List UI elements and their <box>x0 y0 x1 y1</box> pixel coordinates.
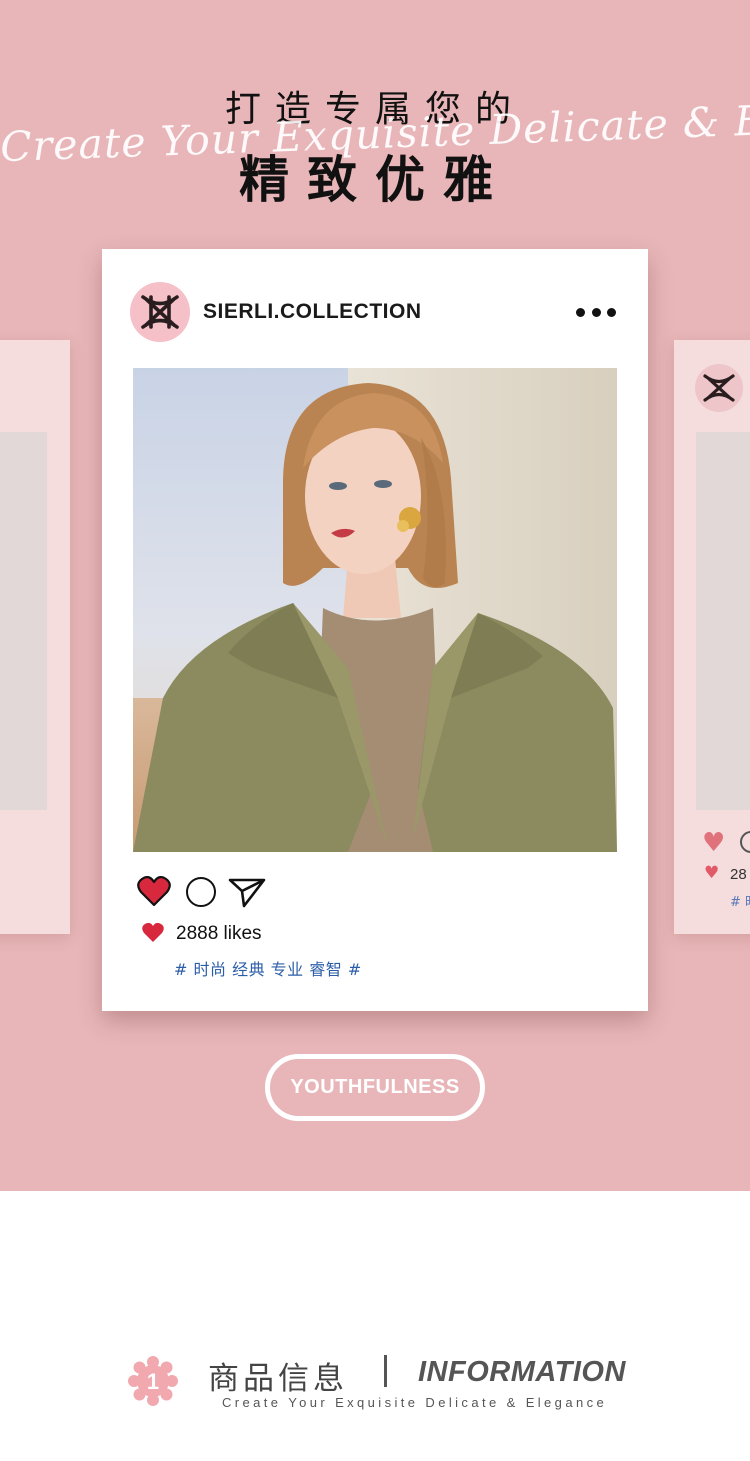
post-photo[interactable] <box>133 368 617 852</box>
heart-icon[interactable] <box>137 875 171 907</box>
comment-icon[interactable] <box>186 877 216 907</box>
side-card-left[interactable] <box>0 340 70 934</box>
side-card-photo-placeholder <box>0 432 47 810</box>
account-name[interactable]: SIERLI.COLLECTION <box>203 300 422 324</box>
hero-section: 打造专属您的 Create Your Exquisite Delicate & … <box>0 0 750 1191</box>
hashtags[interactable]: # 时尚 经典 专业 睿智 # <box>174 956 362 980</box>
side-card-right[interactable]: ♥ ♥ 28 # 时 <box>674 340 750 934</box>
flower-badge-icon: 1 <box>128 1356 178 1406</box>
side-card-hashtags: # 时 <box>730 895 750 910</box>
likes-count: 2888 likes <box>176 923 262 944</box>
brand-logo-icon[interactable] <box>130 282 190 342</box>
side-card-likes: 28 <box>730 866 747 883</box>
heart-icon: ♥ <box>702 828 726 858</box>
post-card: SIERLI.COLLECTION 2888 likes # 时尚 经典 专业 … <box>102 249 648 1011</box>
badge-number: 1 <box>147 1369 159 1394</box>
info-subtitle: Create Your Exquisite Delicate & Eleganc… <box>222 1395 608 1410</box>
info-divider <box>384 1355 387 1387</box>
hero-title-line2: 精致优雅 <box>239 151 511 209</box>
info-title-en: INFORMATION <box>418 1356 626 1388</box>
like-heart-icon: ♥ <box>704 863 720 883</box>
share-icon[interactable] <box>228 877 266 909</box>
more-dots-icon[interactable] <box>576 307 616 317</box>
comment-icon <box>740 831 750 853</box>
youthfulness-button[interactable]: YOUTHFULNESS <box>265 1054 485 1121</box>
brand-logo-icon <box>695 364 743 412</box>
info-title-cn: 商品信息 <box>208 1361 348 1397</box>
side-card-photo-placeholder <box>696 432 750 810</box>
info-header: 1 商品信息 INFORMATION Create Your Exquisite… <box>0 1330 750 1430</box>
like-heart-icon <box>142 922 164 942</box>
